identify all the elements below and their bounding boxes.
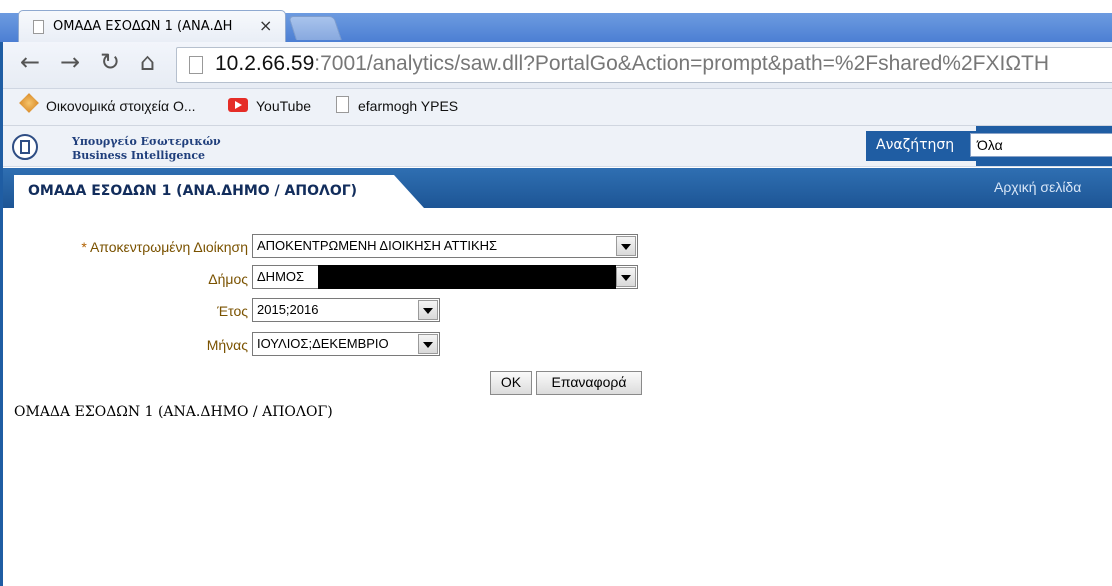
- browser-tab[interactable]: ΟΜΑΔΑ ΕΣΟΔΩΝ 1 (ΑΝΑ.ΔΗ ×: [18, 10, 286, 42]
- bookmark-efarmogh[interactable]: efarmogh YPES: [358, 98, 458, 114]
- bookmark-oikonomika[interactable]: Οικονομικά στοιχεία Ο...: [46, 98, 196, 114]
- youtube-icon: [228, 98, 248, 112]
- page-icon: [33, 20, 44, 34]
- reload-icon[interactable]: ↻: [100, 48, 120, 76]
- prompt-label-text: Αποκεντρωμένη Διοίκηση: [89, 239, 248, 255]
- url-host: 10.2.66.59: [215, 52, 315, 75]
- prompt-label-decentralized-admin: * Αποκεντρωμένη Διοίκηση: [8, 239, 248, 255]
- close-icon[interactable]: ×: [259, 16, 272, 35]
- bookmark-youtube[interactable]: YouTube: [256, 98, 311, 114]
- product-name: Business Intelligence: [72, 149, 206, 162]
- year-select[interactable]: 2015;2016: [252, 298, 440, 322]
- redacted-block: [318, 265, 616, 289]
- chevron-down-icon[interactable]: [418, 300, 438, 320]
- chevron-down-icon[interactable]: [616, 267, 636, 287]
- prompt-label-municipality: Δήμος: [208, 271, 248, 287]
- chevron-down-icon[interactable]: [418, 334, 438, 354]
- report-title: ΟΜΑΔΑ ΕΣΟΔΩΝ 1 (ΑΝΑ.ΔΗΜΟ / ΑΠΟΛΟΓ): [14, 404, 333, 420]
- prompt-label-month: Μήνας: [206, 337, 248, 353]
- new-tab-button[interactable]: [288, 16, 342, 40]
- ok-button[interactable]: OK: [490, 371, 532, 395]
- forward-arrow-icon[interactable]: →: [60, 48, 80, 76]
- home-link[interactable]: Αρχική σελίδα: [994, 179, 1081, 195]
- url-text[interactable]: 10.2.66.59:7001/analytics/saw.dll?Portal…: [215, 52, 1049, 76]
- chevron-down-icon[interactable]: [616, 236, 636, 256]
- home-icon[interactable]: ⌂: [140, 48, 155, 76]
- reset-button[interactable]: Επαναφορά: [536, 371, 642, 395]
- dashboard-tab-label: ΟΜΑΔΑ ΕΣΟΔΩΝ 1 (ΑΝΑ.ΔΗΜΟ / ΑΠΟΛΟΓ): [28, 183, 358, 199]
- window-left-edge: [0, 42, 3, 586]
- page-icon: [336, 96, 349, 113]
- required-marker: *: [81, 239, 87, 255]
- search-scope-select[interactable]: Όλα: [970, 133, 1112, 157]
- ministry-name: Υπουργείο Εσωτερικών: [72, 135, 221, 148]
- page-info-icon: [189, 56, 203, 74]
- tab-title: ΟΜΑΔΑ ΕΣΟΔΩΝ 1 (ΑΝΑ.ΔΗ: [53, 19, 233, 34]
- decentralized-admin-select[interactable]: ΑΠΟΚΕΝΤΡΩΜΕΝΗ ΔΙΟΙΚΗΣΗ ΑΤΤΙΚΗΣ: [252, 234, 638, 258]
- ministry-logo: [12, 134, 38, 160]
- url-path: :7001/analytics/saw.dll?PortalGo&Action=…: [314, 52, 1050, 75]
- back-arrow-icon[interactable]: ←: [20, 48, 40, 76]
- month-select[interactable]: ΙΟΥΛΙΟΣ;ΔΕΚΕΜΒΡΙΟ: [252, 332, 440, 356]
- search-label: Αναζήτηση: [876, 137, 955, 153]
- prompt-label-year: Έτος: [217, 303, 248, 319]
- address-bar[interactable]: 10.2.66.59:7001/analytics/saw.dll?Portal…: [176, 47, 1112, 83]
